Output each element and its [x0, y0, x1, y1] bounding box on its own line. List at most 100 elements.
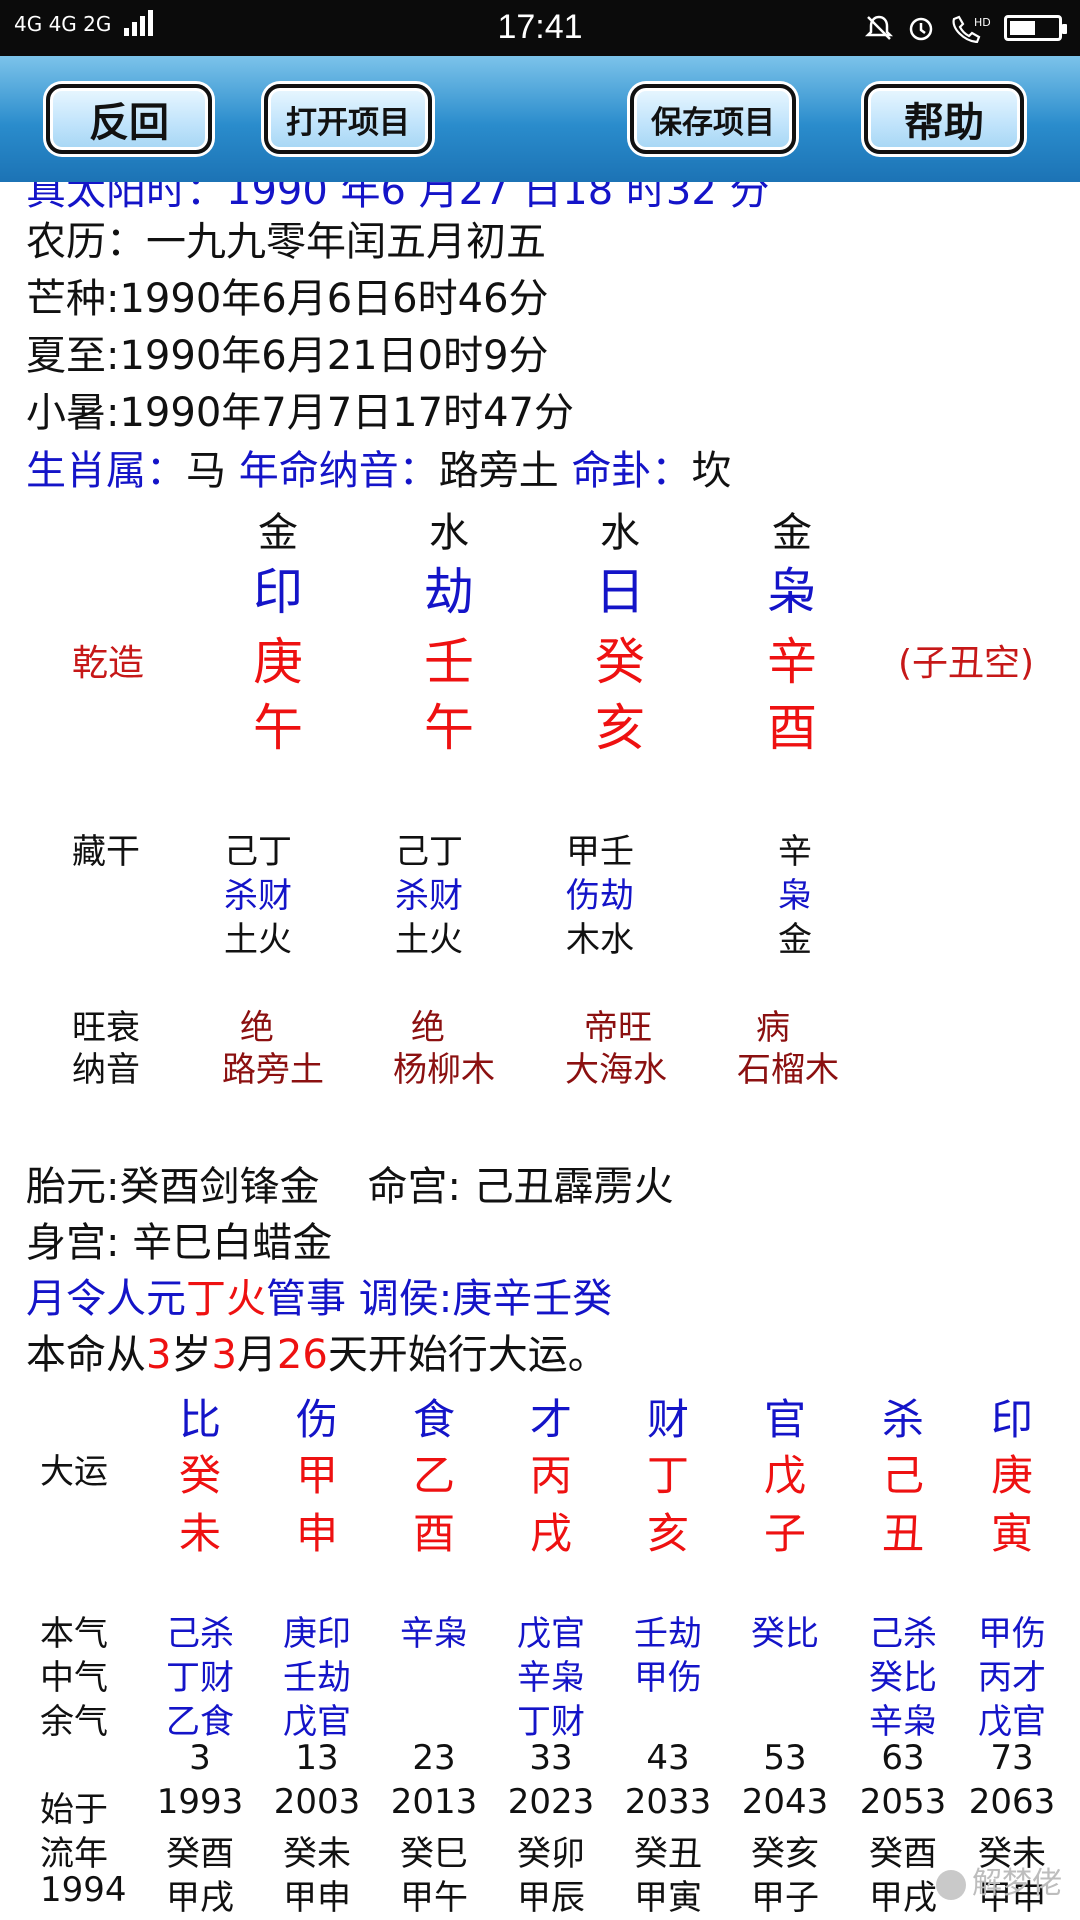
- qi-ben: 辛枭: [400, 1614, 468, 1654]
- year-row-value: 甲寅: [634, 1878, 702, 1918]
- hidden-god: 杀财: [224, 876, 292, 916]
- dayun-god: 财: [646, 1395, 689, 1444]
- dayun-stem: 丙: [529, 1451, 572, 1500]
- qi-ben: 壬劫: [634, 1614, 702, 1654]
- qi-zhong: 癸比: [869, 1658, 937, 1698]
- year-row-label: 1994: [40, 1870, 127, 1910]
- dayun-god: 杀: [881, 1395, 924, 1444]
- dayun-start-year: 2063: [968, 1782, 1056, 1822]
- qi-ben: 己杀: [869, 1614, 937, 1654]
- dayun-start-year: 2053: [859, 1782, 947, 1822]
- battery-level: [1010, 21, 1035, 35]
- pillar-element: 金: [772, 510, 812, 556]
- dayun-god: 食: [412, 1395, 455, 1444]
- hidden-stems-label: 藏干: [72, 832, 140, 872]
- qi-yu-label: 余气: [40, 1702, 108, 1742]
- pillar-stem: 壬: [424, 633, 474, 691]
- year-row-value: 甲午: [400, 1878, 468, 1918]
- watermark: 解梦佬: [936, 1858, 1062, 1902]
- save-project-button[interactable]: 保存项目: [630, 84, 796, 154]
- bell-off-icon: [864, 15, 894, 40]
- year-row-value: 甲戌: [166, 1878, 234, 1918]
- solar-term-xiazhi: 夏至:1990年6月21日0时9分: [26, 333, 549, 379]
- alarm-icon: [909, 17, 933, 41]
- qi-yu: 戊官: [978, 1702, 1046, 1742]
- open-project-button[interactable]: 打开项目: [264, 84, 432, 154]
- void-branches: (子丑空): [898, 643, 1035, 684]
- hidden-stem: 己丁: [395, 832, 463, 872]
- hidden-god: 枭: [778, 876, 812, 916]
- pillar-god: 劫: [424, 563, 474, 621]
- dayun-branch: 子: [763, 1509, 806, 1558]
- pillar-stem: 癸: [595, 633, 645, 691]
- hidden-stem: 甲壬: [566, 832, 634, 872]
- hidden-stem: 辛: [778, 832, 812, 872]
- dayun-god: 比: [178, 1395, 221, 1444]
- solar-term-xiaoshu: 小暑:1990年7月7日17时47分: [26, 390, 574, 436]
- dayun-age: 13: [295, 1738, 339, 1778]
- qi-zhong: 甲伤: [634, 1658, 702, 1698]
- dayun-age: 73: [990, 1738, 1034, 1778]
- nayin-value: 大海水: [565, 1050, 667, 1090]
- year-row-value: 甲申: [283, 1878, 351, 1918]
- dayun-age: 33: [529, 1738, 573, 1778]
- solar-term-mangzhong: 芒种:1990年6月6日6时46分: [26, 276, 549, 322]
- qi-yu: 戊官: [283, 1702, 351, 1742]
- pillar-branch: 亥: [595, 699, 645, 757]
- pillar-element: 水: [429, 510, 469, 556]
- dayun-god: 印: [990, 1395, 1033, 1444]
- pillar-element: 水: [600, 510, 640, 556]
- start-years-label: 始于: [40, 1790, 108, 1830]
- dayun-stem: 己: [881, 1451, 924, 1500]
- dayun-branch: 未: [178, 1509, 221, 1558]
- hidden-god: 伤劫: [566, 876, 634, 916]
- pillar-god: 枭: [767, 563, 817, 621]
- qi-ben: 庚印: [283, 1614, 351, 1654]
- dayun-branch: 亥: [646, 1509, 689, 1558]
- chart-gender-label: 乾造: [72, 643, 145, 684]
- dayun-start-year: 2003: [273, 1782, 361, 1822]
- zodiac-line: 生肖属：马 年命纳音：路旁土 命卦：坎: [26, 448, 732, 494]
- dayun-god: 才: [529, 1395, 572, 1444]
- battery-icon: [1004, 15, 1067, 41]
- dayun-stem: 癸: [178, 1451, 221, 1500]
- qi-yu: 乙食: [166, 1702, 234, 1742]
- dayun-age: 43: [646, 1738, 690, 1778]
- liunian-value: 癸酉: [166, 1834, 234, 1874]
- pillar-god: 印: [253, 563, 303, 621]
- dayun-age: 3: [189, 1738, 211, 1778]
- qi-yu: 丁财: [517, 1702, 585, 1742]
- qi-ben: 甲伤: [978, 1614, 1046, 1654]
- dayun-branch: 申: [295, 1509, 338, 1558]
- pillar-branch: 午: [253, 699, 303, 757]
- year-row-value: 甲辰: [517, 1878, 585, 1918]
- back-button[interactable]: 反回: [46, 84, 212, 154]
- help-button[interactable]: 帮助: [864, 84, 1024, 154]
- dayun-stem: 乙: [412, 1451, 455, 1500]
- dayun-start-line: 本命从3岁3月26天开始行大运。: [26, 1332, 608, 1378]
- liunian-value: 癸巳: [400, 1834, 468, 1874]
- shengong: 身宫: 辛巳白蜡金: [26, 1220, 333, 1266]
- liunian-value: 癸卯: [517, 1834, 585, 1874]
- qi-zhong: 壬劫: [283, 1658, 351, 1698]
- dayun-age: 53: [763, 1738, 807, 1778]
- dayun-start-year: 2013: [390, 1782, 478, 1822]
- nayin-label: 纳音: [72, 1050, 140, 1090]
- hidden-stem: 己丁: [224, 832, 292, 872]
- dayun-start-year: 1993: [156, 1782, 244, 1822]
- dayun-god: 官: [763, 1395, 806, 1444]
- watermark-logo-icon: [936, 1869, 966, 1900]
- phone-hd-icon: HD: [952, 15, 991, 43]
- dayun-branch: 丑: [881, 1509, 924, 1558]
- dayun-start-year: 2043: [741, 1782, 829, 1822]
- dayun-branch: 寅: [990, 1509, 1033, 1558]
- qi-zhong: 丁财: [166, 1658, 234, 1698]
- dayun-label: 大运: [40, 1452, 108, 1492]
- dayun-branch: 戌: [529, 1509, 572, 1558]
- qi-ben-label: 本气: [40, 1614, 108, 1654]
- nayin-value: 杨柳木: [393, 1050, 495, 1090]
- nayin-value: 石榴木: [737, 1050, 839, 1090]
- pillar-stem: 辛: [767, 633, 817, 691]
- dayun-start-year: 2033: [624, 1782, 712, 1822]
- pillar-branch: 酉: [767, 699, 817, 757]
